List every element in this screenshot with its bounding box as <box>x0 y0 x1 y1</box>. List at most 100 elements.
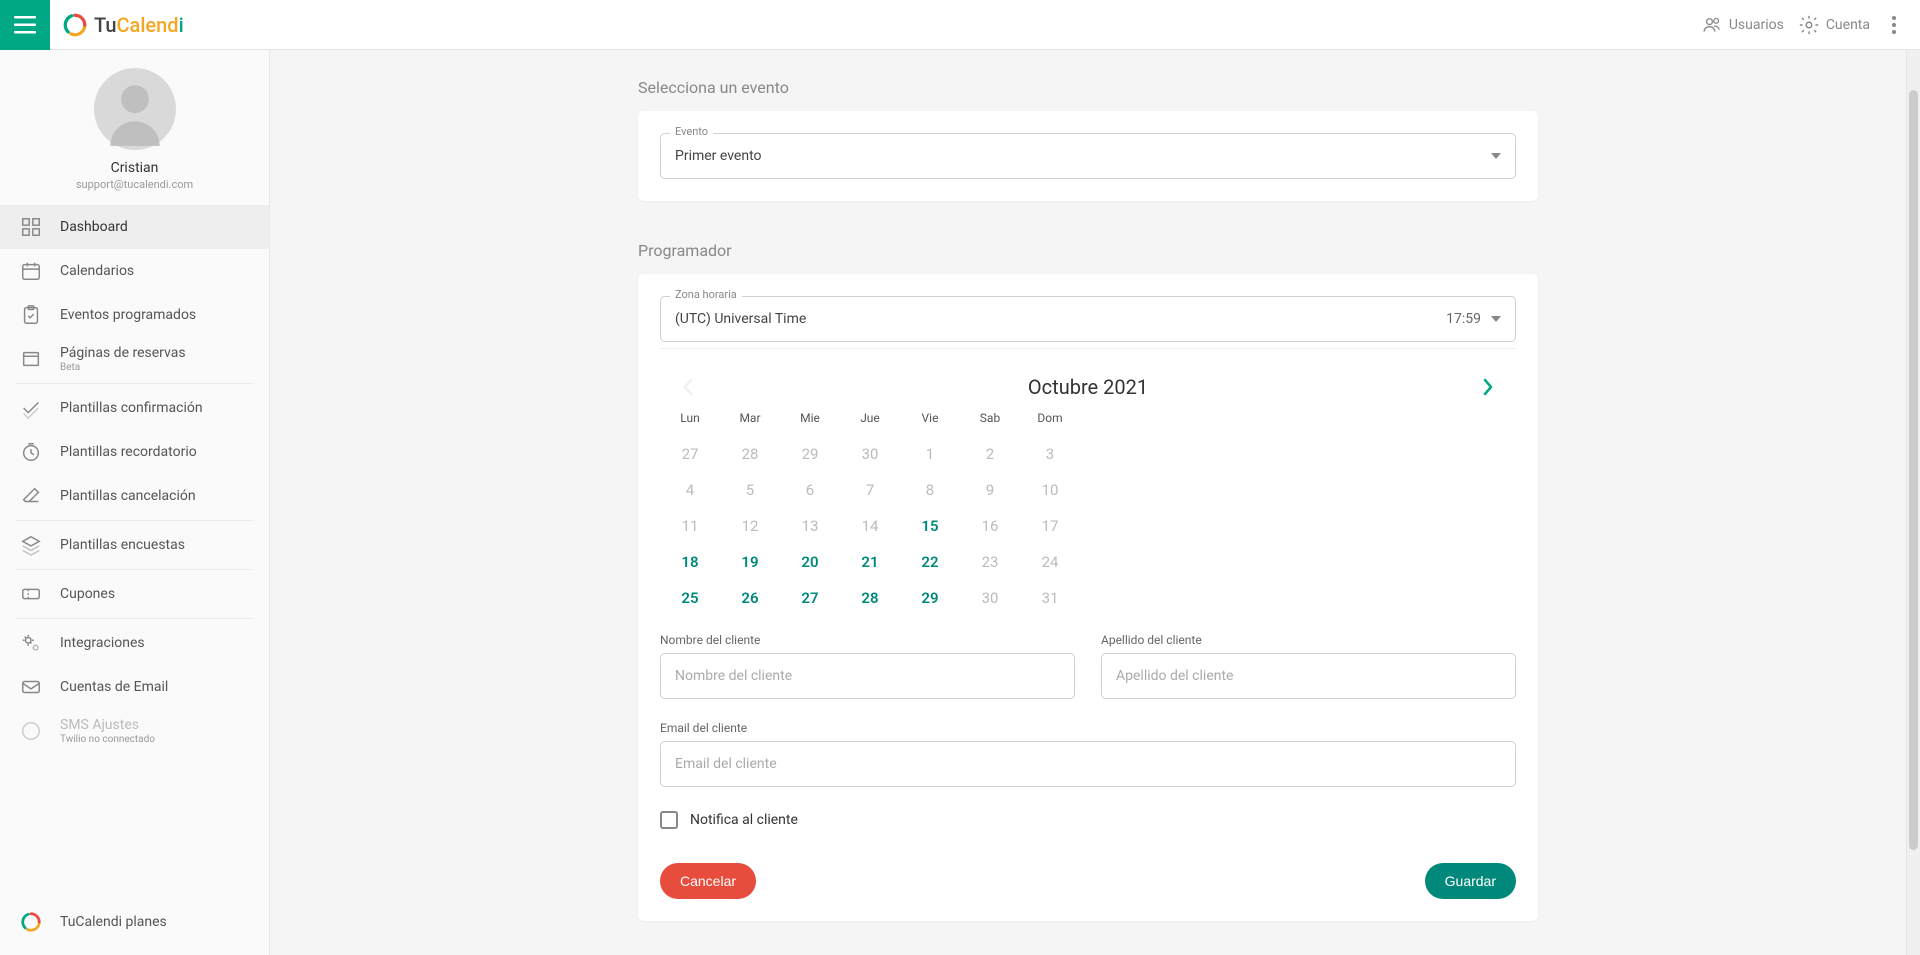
hamburger-menu[interactable] <box>0 0 50 50</box>
first-name-label: Nombre del cliente <box>660 633 1075 647</box>
sidebar-item-email[interactable]: Cuentas de Email <box>0 665 269 709</box>
calendar-prev <box>674 373 702 401</box>
topbar: TuCalendi Usuarios Cuenta <box>0 0 1920 50</box>
calendar-day: 12 <box>720 513 780 539</box>
calendar-dow: Vie <box>900 411 960 431</box>
more-menu[interactable] <box>1884 16 1904 34</box>
page-icon <box>20 348 42 370</box>
clock-icon <box>20 441 42 463</box>
main-content: Selecciona un evento Evento Primer event… <box>270 50 1906 955</box>
sidebar-item-tpl-cancel[interactable]: Plantillas cancelación <box>0 474 269 518</box>
current-time: 17:59 <box>1446 311 1481 327</box>
calendar-day: 23 <box>960 549 1020 575</box>
calendar: Octubre 2021 LunMarMieJueVieSabDom272829… <box>660 348 1516 611</box>
calendar-day[interactable]: 27 <box>780 585 840 611</box>
sidebar-plans[interactable]: TuCalendi planes <box>0 899 269 955</box>
sidebar-item-tpl-survey[interactable]: Plantillas encuestas <box>0 523 269 567</box>
notify-label: Notifica al cliente <box>690 812 798 828</box>
calendar-next[interactable] <box>1474 373 1502 401</box>
brand[interactable]: TuCalendi <box>62 12 184 38</box>
calendar-day[interactable]: 20 <box>780 549 840 575</box>
calendar-dow: Dom <box>1020 411 1080 431</box>
email-input[interactable] <box>660 741 1516 787</box>
calendar-dow: Sab <box>960 411 1020 431</box>
calendar-day: 29 <box>780 441 840 467</box>
scroll-thumb[interactable] <box>1909 90 1918 850</box>
calendar-icon <box>20 260 42 282</box>
gear-icon <box>1798 14 1820 36</box>
section-select-event: Selecciona un evento <box>638 78 1538 97</box>
calendar-day[interactable]: 26 <box>720 585 780 611</box>
calendar-dow: Mie <box>780 411 840 431</box>
profile-name: Cristian <box>111 160 159 176</box>
last-name-input[interactable] <box>1101 653 1516 699</box>
calendar-title: Octubre 2021 <box>1028 375 1148 399</box>
account-link[interactable]: Cuenta <box>1798 14 1870 36</box>
eraser-icon <box>20 485 42 507</box>
tz-label: Zona horaria <box>670 288 742 301</box>
layers-icon <box>20 534 42 556</box>
save-button[interactable]: Guardar <box>1425 863 1516 899</box>
calendar-day: 7 <box>840 477 900 503</box>
calendar-day: 24 <box>1020 549 1080 575</box>
sidebar-item-scheduled[interactable]: Eventos programados <box>0 293 269 337</box>
calendar-day: 4 <box>660 477 720 503</box>
cancel-button[interactable]: Cancelar <box>660 863 756 899</box>
calendar-day: 14 <box>840 513 900 539</box>
sidebar-item-booking[interactable]: Páginas de reservasBeta <box>0 337 269 381</box>
avatar-icon <box>94 68 176 150</box>
notify-checkbox[interactable] <box>660 811 678 829</box>
calendar-day[interactable]: 19 <box>720 549 780 575</box>
sidebar-item-sms: SMS AjustesTwilio no connectado <box>0 709 269 753</box>
calendar-day[interactable]: 29 <box>900 585 960 611</box>
calendar-day: 6 <box>780 477 840 503</box>
main-scrollbar[interactable] <box>1906 50 1920 955</box>
scheduler-card: Zona horaria (UTC) Universal Time 17:59 … <box>638 274 1538 921</box>
calendar-day: 30 <box>960 585 1020 611</box>
calendar-day: 11 <box>660 513 720 539</box>
brand-name: TuCalendi <box>94 13 184 37</box>
calendar-day: 13 <box>780 513 840 539</box>
calendar-day: 31 <box>1020 585 1080 611</box>
calendar-day: 27 <box>660 441 720 467</box>
profile: Cristian support@tucalendi.com <box>0 50 269 205</box>
sidebar-item-integrations[interactable]: Integraciones <box>0 621 269 665</box>
calendar-day[interactable]: 15 <box>900 513 960 539</box>
calendar-day: 8 <box>900 477 960 503</box>
chevron-left-icon <box>681 377 695 397</box>
sidebar-item-dashboard[interactable]: Dashboard <box>0 205 269 249</box>
caret-down-icon <box>1491 316 1501 322</box>
calendar-day[interactable]: 28 <box>840 585 900 611</box>
last-name-label: Apellido del cliente <box>1101 633 1516 647</box>
calendar-day[interactable]: 22 <box>900 549 960 575</box>
email-label: Email del cliente <box>660 721 1516 735</box>
calendar-dow: Jue <box>840 411 900 431</box>
calendar-day: 10 <box>1020 477 1080 503</box>
calendar-day: 28 <box>720 441 780 467</box>
calendar-day: 1 <box>900 441 960 467</box>
grid-icon <box>20 216 42 238</box>
event-select[interactable]: Primer evento <box>660 133 1516 179</box>
ticket-icon <box>20 583 42 605</box>
users-link[interactable]: Usuarios <box>1701 15 1784 35</box>
sidebar-item-tpl-reminder[interactable]: Plantillas recordatorio <box>0 430 269 474</box>
calendar-day[interactable]: 21 <box>840 549 900 575</box>
calendar-dow: Lun <box>660 411 720 431</box>
calendar-day[interactable]: 25 <box>660 585 720 611</box>
calendar-day: 5 <box>720 477 780 503</box>
users-icon <box>1701 15 1723 35</box>
calendar-day: 3 <box>1020 441 1080 467</box>
calendar-day[interactable]: 18 <box>660 549 720 575</box>
calendar-dow: Mar <box>720 411 780 431</box>
sidebar-item-coupons[interactable]: Cupones <box>0 572 269 616</box>
timezone-select[interactable]: (UTC) Universal Time 17:59 <box>660 296 1516 342</box>
section-scheduler: Programador <box>638 241 1538 260</box>
first-name-input[interactable] <box>660 653 1075 699</box>
sms-icon <box>20 720 42 742</box>
gears-icon <box>20 632 42 654</box>
sidebar-item-calendars[interactable]: Calendarios <box>0 249 269 293</box>
calendar-day: 17 <box>1020 513 1080 539</box>
clipboard-icon <box>20 304 42 326</box>
sidebar-item-tpl-confirm[interactable]: Plantillas confirmación <box>0 386 269 430</box>
brand-logo-icon <box>20 911 42 933</box>
